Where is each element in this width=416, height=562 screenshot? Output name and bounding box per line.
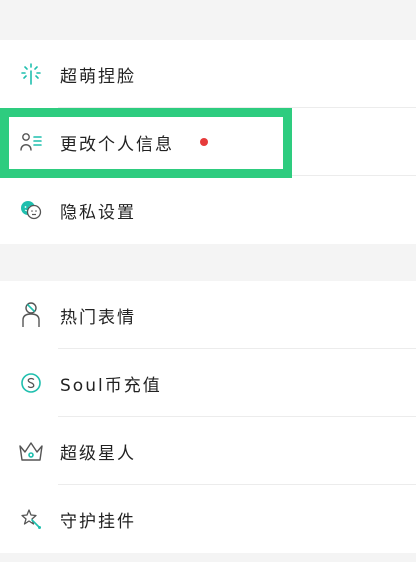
coin-s-icon: [18, 370, 44, 396]
menu-item-coins[interactable]: Soul币充值: [0, 349, 416, 417]
menu-label: 更改个人信息: [60, 134, 174, 155]
top-spacer: [0, 0, 416, 40]
menu-item-emoji[interactable]: 热门表情: [0, 281, 416, 349]
star-pendant-icon: [18, 506, 44, 532]
menu-label: Soul币充值: [60, 375, 162, 396]
menu-item-profile[interactable]: 更改个人信息: [0, 108, 416, 176]
menu-label: 超级星人: [60, 443, 136, 464]
menu-label: 隐私设置: [60, 202, 136, 223]
menu-label: 超萌捏脸: [60, 66, 136, 87]
menu-label: 热门表情: [60, 307, 136, 328]
menu-item-face[interactable]: 超萌捏脸: [0, 40, 416, 108]
menu-item-privacy[interactable]: 隐私设置: [0, 176, 416, 244]
menu-item-pendant[interactable]: 守护挂件: [0, 485, 416, 553]
crown-icon: [18, 438, 44, 464]
sparkle-wand-icon: [18, 61, 44, 87]
section-spacer: [0, 244, 416, 281]
notification-dot: [200, 138, 208, 146]
settings-group-1: 超萌捏脸 更改个人信息 隐私设置: [0, 40, 416, 244]
faces-icon: [18, 197, 44, 223]
person-list-icon: [18, 129, 44, 155]
settings-group-2: 热门表情 Soul币充值 超级星人 守护挂件: [0, 281, 416, 553]
person-ring-icon: [18, 302, 44, 328]
menu-item-star[interactable]: 超级星人: [0, 417, 416, 485]
menu-label: 守护挂件: [60, 511, 136, 532]
